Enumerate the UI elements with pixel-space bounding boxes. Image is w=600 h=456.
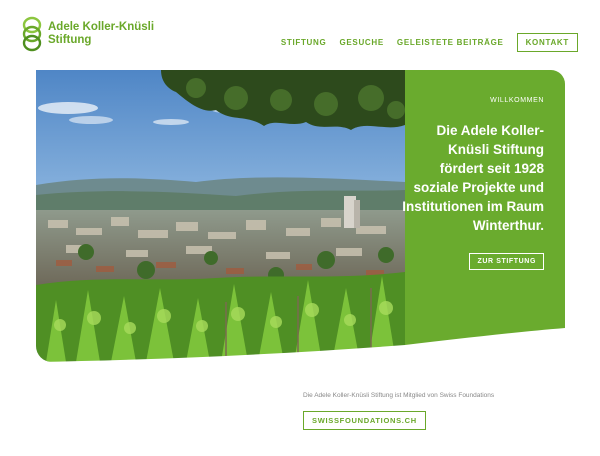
logo-wordmark: Adele Koller-Knüsli Stiftung <box>48 21 154 46</box>
winterthur-landscape-image <box>36 70 405 362</box>
logo-name-line1: Adele Koller-Knüsli <box>48 21 155 33</box>
hero-text-panel: WILLKOMMEN Die Adele Koller-Knüsli Stift… <box>402 70 565 345</box>
hero-section: WILLKOMMEN Die Adele Koller-Knüsli Stift… <box>36 70 565 362</box>
hero-headline: Die Adele Koller-Knüsli Stiftung fördert… <box>402 123 544 233</box>
membership-text: Die Adele Koller-Knüsli Stiftung ist Mit… <box>303 392 495 399</box>
nav-item-stiftung[interactable]: STIFTUNG <box>281 38 327 47</box>
contact-button[interactable]: KONTAKT <box>516 33 578 52</box>
logo-rings-icon <box>22 16 42 52</box>
logo[interactable]: Adele Koller-Knüsli Stiftung <box>21 16 154 52</box>
hero-bottom-curve <box>36 320 565 362</box>
nav-item-gesuche[interactable]: GESUCHE <box>339 38 383 47</box>
nav-item-geleistete-beitraege[interactable]: GELEISTETE BEITRÄGE <box>397 38 504 47</box>
hero-eyebrow: WILLKOMMEN <box>490 97 544 104</box>
main-nav: STIFTUNG GESUCHE GELEISTETE BEITRÄGE KON… <box>268 33 578 52</box>
zur-stiftung-button[interactable]: ZUR STIFTUNG <box>469 253 544 270</box>
hero-image <box>36 70 405 362</box>
logo-name-line2: Stiftung <box>48 33 92 46</box>
swissfoundations-button[interactable]: SWISSFOUNDATIONS.CH <box>303 411 426 430</box>
